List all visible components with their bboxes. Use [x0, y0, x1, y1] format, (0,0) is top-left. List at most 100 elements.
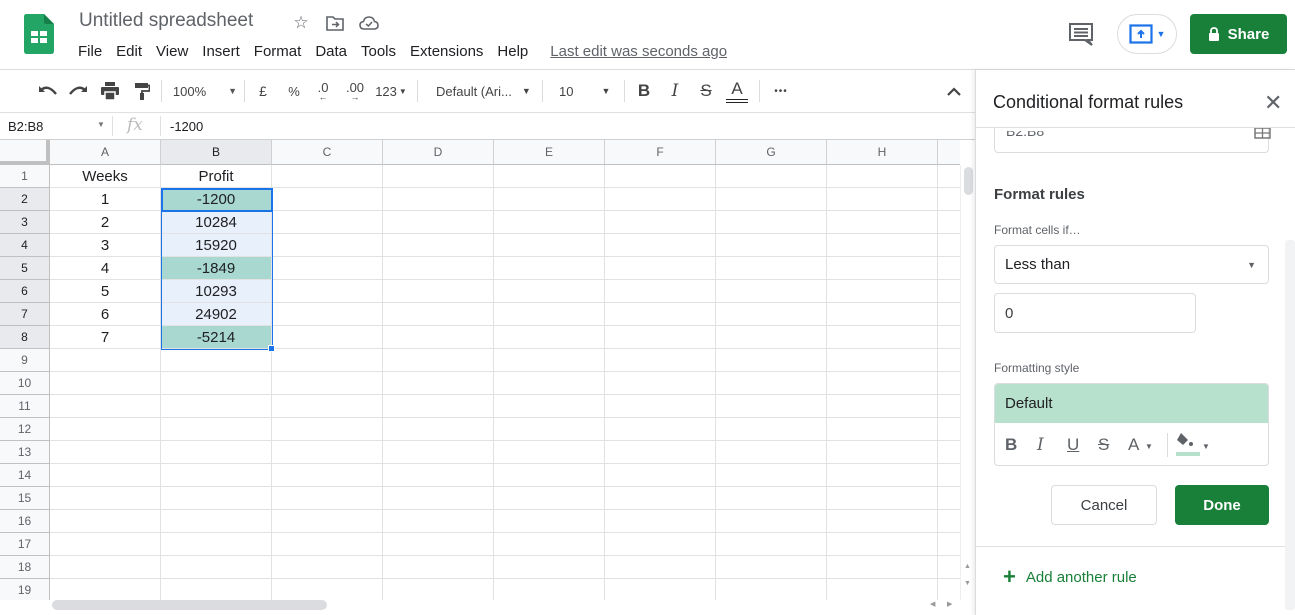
add-another-rule-button[interactable]: + Add another rule	[1003, 566, 1137, 588]
print-icon[interactable]	[98, 78, 122, 104]
style-preview[interactable]: Default	[995, 384, 1268, 423]
cell-d14[interactable]	[383, 464, 494, 487]
close-icon[interactable]: ✕	[1264, 90, 1282, 116]
cell-h7[interactable]	[827, 303, 938, 326]
cell-c9[interactable]	[272, 349, 383, 372]
cell-h1[interactable]	[827, 165, 938, 188]
row-header-15[interactable]: 15	[0, 487, 50, 510]
cell-c16[interactable]	[272, 510, 383, 533]
select-range-icon[interactable]	[1254, 127, 1271, 139]
horizontal-scrollbar[interactable]: ◀ ▶	[50, 598, 960, 612]
share-button[interactable]: Share	[1190, 14, 1287, 54]
style-bold-button[interactable]: B	[1005, 435, 1017, 455]
cell-a15[interactable]	[50, 487, 161, 510]
vertical-scrollbar[interactable]: ▲ ▼	[960, 165, 975, 600]
cell-d2[interactable]	[383, 188, 494, 211]
column-header-f[interactable]: F	[605, 140, 716, 165]
style-strikethrough-button[interactable]: S	[1098, 435, 1109, 455]
cell-e18[interactable]	[494, 556, 605, 579]
column-header-h[interactable]: H	[827, 140, 938, 165]
column-header-a[interactable]: A	[50, 140, 161, 165]
menu-view[interactable]: View	[156, 43, 188, 60]
row-header-4[interactable]: 4	[0, 234, 50, 257]
cell-f7[interactable]	[605, 303, 716, 326]
cell-partial[interactable]	[938, 464, 960, 487]
cell-g15[interactable]	[716, 487, 827, 510]
cell-d13[interactable]	[383, 441, 494, 464]
cell-h3[interactable]	[827, 211, 938, 234]
italic-button[interactable]: I	[664, 78, 686, 104]
cell-b2[interactable]: -1200	[161, 188, 272, 211]
cell-h4[interactable]	[827, 234, 938, 257]
cell-e7[interactable]	[494, 303, 605, 326]
cell-c13[interactable]	[272, 441, 383, 464]
style-text-color-button[interactable]: A	[1128, 435, 1139, 455]
font-select[interactable]: Default (Ari... ▼	[428, 78, 538, 104]
cell-h10[interactable]	[827, 372, 938, 395]
cell-d7[interactable]	[383, 303, 494, 326]
cell-g8[interactable]	[716, 326, 827, 349]
cell-c14[interactable]	[272, 464, 383, 487]
cell-c1[interactable]	[272, 165, 383, 188]
move-to-folder-icon[interactable]	[324, 12, 346, 34]
sheets-logo-icon[interactable]	[24, 14, 54, 54]
menu-format[interactable]: Format	[254, 43, 302, 60]
cell-partial[interactable]	[938, 188, 960, 211]
row-header-13[interactable]: 13	[0, 441, 50, 464]
cell-g13[interactable]	[716, 441, 827, 464]
cell-b14[interactable]	[161, 464, 272, 487]
column-header-c[interactable]: C	[272, 140, 383, 165]
cell-f6[interactable]	[605, 280, 716, 303]
menu-tools[interactable]: Tools	[361, 43, 396, 60]
comments-icon[interactable]	[1068, 22, 1094, 46]
cell-e19[interactable]	[494, 579, 605, 600]
condition-select[interactable]: Less than ▼	[994, 245, 1269, 284]
cell-a16[interactable]	[50, 510, 161, 533]
cell-e8[interactable]	[494, 326, 605, 349]
row-header-10[interactable]: 10	[0, 372, 50, 395]
row-header-3[interactable]: 3	[0, 211, 50, 234]
font-size-select[interactable]: 10 ▼	[552, 78, 618, 104]
cloud-saved-icon[interactable]	[358, 12, 380, 34]
strikethrough-button[interactable]: S	[695, 78, 717, 104]
cell-g1[interactable]	[716, 165, 827, 188]
cell-a11[interactable]	[50, 395, 161, 418]
cell-c2[interactable]	[272, 188, 383, 211]
cell-partial[interactable]	[938, 349, 960, 372]
decrease-decimal-button[interactable]: .0 ←	[310, 78, 336, 104]
cell-f11[interactable]	[605, 395, 716, 418]
cell-a5[interactable]: 4	[50, 257, 161, 280]
select-all-corner[interactable]	[0, 140, 50, 165]
cell-partial[interactable]	[938, 165, 960, 188]
cell-g3[interactable]	[716, 211, 827, 234]
cell-f9[interactable]	[605, 349, 716, 372]
cell-e15[interactable]	[494, 487, 605, 510]
cell-e16[interactable]	[494, 510, 605, 533]
cell-a3[interactable]: 2	[50, 211, 161, 234]
cell-a19[interactable]	[50, 579, 161, 600]
cell-a10[interactable]	[50, 372, 161, 395]
cell-c7[interactable]	[272, 303, 383, 326]
row-header-9[interactable]: 9	[0, 349, 50, 372]
cell-c12[interactable]	[272, 418, 383, 441]
cell-h18[interactable]	[827, 556, 938, 579]
cell-d1[interactable]	[383, 165, 494, 188]
cell-partial[interactable]	[938, 372, 960, 395]
cell-g18[interactable]	[716, 556, 827, 579]
cell-e5[interactable]	[494, 257, 605, 280]
row-header-17[interactable]: 17	[0, 533, 50, 556]
style-italic-button[interactable]: I	[1037, 435, 1044, 455]
column-header-d[interactable]: D	[383, 140, 494, 165]
cell-a7[interactable]: 6	[50, 303, 161, 326]
panel-scrollbar[interactable]	[1285, 240, 1295, 610]
cell-f4[interactable]	[605, 234, 716, 257]
scroll-down-icon[interactable]: ▼	[964, 580, 971, 587]
cell-e12[interactable]	[494, 418, 605, 441]
cell-f13[interactable]	[605, 441, 716, 464]
cell-e11[interactable]	[494, 395, 605, 418]
cell-g6[interactable]	[716, 280, 827, 303]
cell-c18[interactable]	[272, 556, 383, 579]
spreadsheet-grid[interactable]: A B C D E F G H 1 Weeks Profit 2 1 -1200 3 2 10284 4 3 1592…	[0, 140, 960, 600]
scroll-right-icon[interactable]: ▶	[947, 600, 952, 608]
cell-d19[interactable]	[383, 579, 494, 600]
